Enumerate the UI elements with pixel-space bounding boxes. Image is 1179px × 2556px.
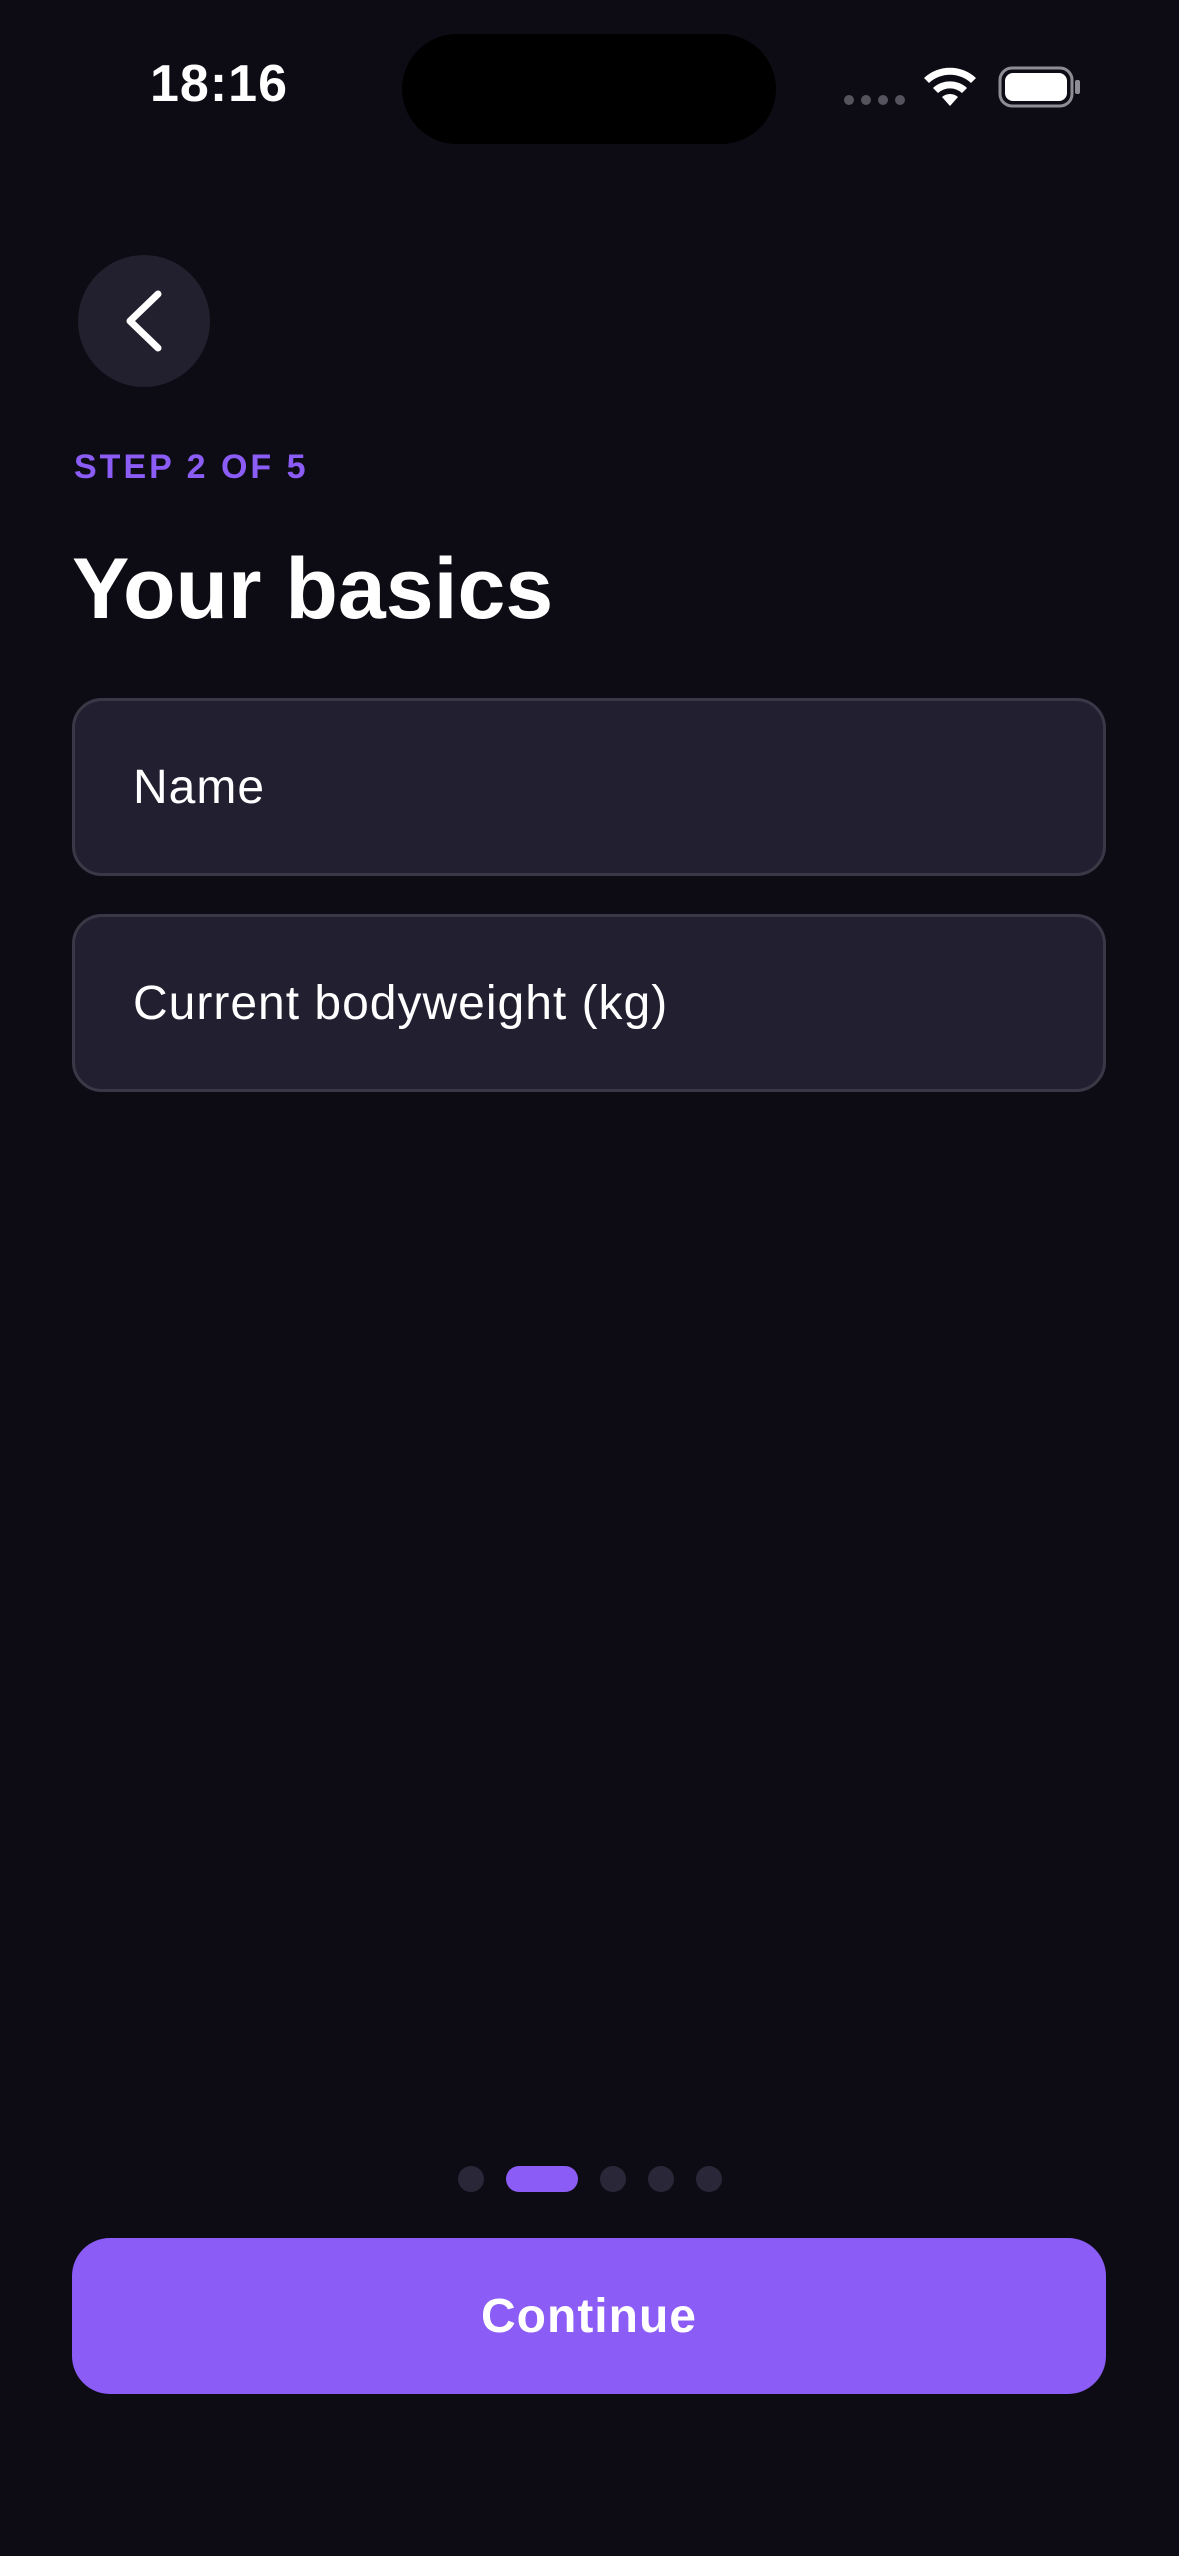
chevron-left-icon: [126, 290, 162, 352]
status-time: 18:16: [150, 55, 288, 113]
bodyweight-input[interactable]: [72, 914, 1106, 1092]
step-indicator: STEP 2 OF 5: [74, 448, 309, 486]
step-progress-dots: [0, 2166, 1179, 2192]
back-button[interactable]: [78, 255, 210, 387]
dynamic-island: [402, 34, 776, 144]
cellular-signal-icon: [844, 95, 905, 105]
progress-dot: [695, 2166, 722, 2192]
status-bar: 18:16: [0, 0, 1179, 160]
progress-dot: [647, 2166, 674, 2192]
progress-dot-active: [505, 2166, 578, 2192]
battery-icon: [998, 66, 1080, 108]
wifi-icon: [924, 67, 976, 106]
page-title: Your basics: [72, 541, 554, 637]
progress-dot: [599, 2166, 626, 2192]
name-input[interactable]: [72, 698, 1106, 876]
progress-dot: [457, 2166, 484, 2192]
continue-button[interactable]: Continue: [72, 2238, 1106, 2394]
